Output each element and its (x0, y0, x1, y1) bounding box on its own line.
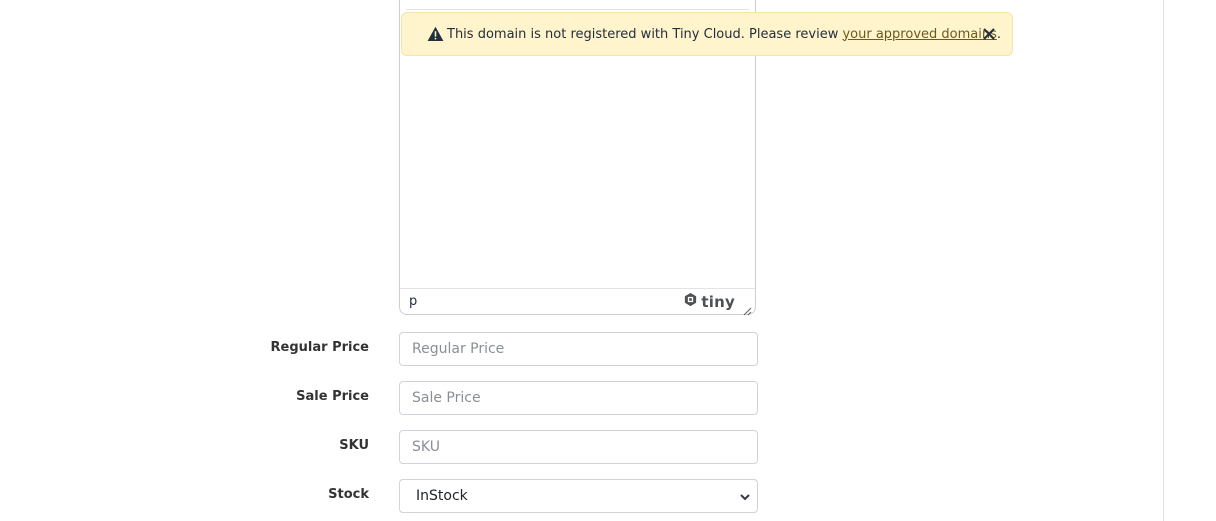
regular-price-label: Regular Price (270, 340, 369, 355)
notification-text: This domain is not registered with Tiny … (447, 26, 843, 42)
regular-price-row: Regular Price (0, 332, 1216, 366)
regular-price-input[interactable] (399, 332, 758, 366)
close-icon[interactable] (980, 25, 998, 43)
approved-domains-link[interactable]: your approved domains (842, 27, 996, 42)
tiny-logo-icon (683, 292, 698, 311)
warning-icon (426, 25, 444, 43)
editor-statusbar: p tiny (400, 288, 755, 316)
editor-header-divider (406, 9, 749, 10)
stock-selected-value: InStock (416, 488, 468, 504)
editor-element-path[interactable]: p (409, 294, 417, 309)
sku-label: SKU (339, 438, 369, 453)
chevron-down-icon (739, 491, 751, 503)
domain-warning-notification: This domain is not registered with Tiny … (401, 12, 1013, 56)
product-form-page: p tiny This domain is not registered wit… (0, 0, 1216, 521)
sku-row: SKU (0, 430, 1216, 464)
notification-message: This domain is not registered with Tiny … (447, 27, 1001, 42)
stock-row: Stock InStock (0, 479, 1216, 513)
sale-price-label: Sale Price (296, 389, 369, 404)
sale-price-input[interactable] (399, 381, 758, 415)
stock-label: Stock (328, 487, 369, 502)
tiny-brand-link[interactable]: tiny (683, 292, 735, 311)
sale-price-row: Sale Price (0, 381, 1216, 415)
sku-input[interactable] (399, 430, 758, 464)
resize-handle-icon[interactable] (742, 301, 752, 316)
stock-select[interactable]: InStock (399, 479, 758, 513)
tiny-brand-text: tiny (701, 292, 735, 311)
